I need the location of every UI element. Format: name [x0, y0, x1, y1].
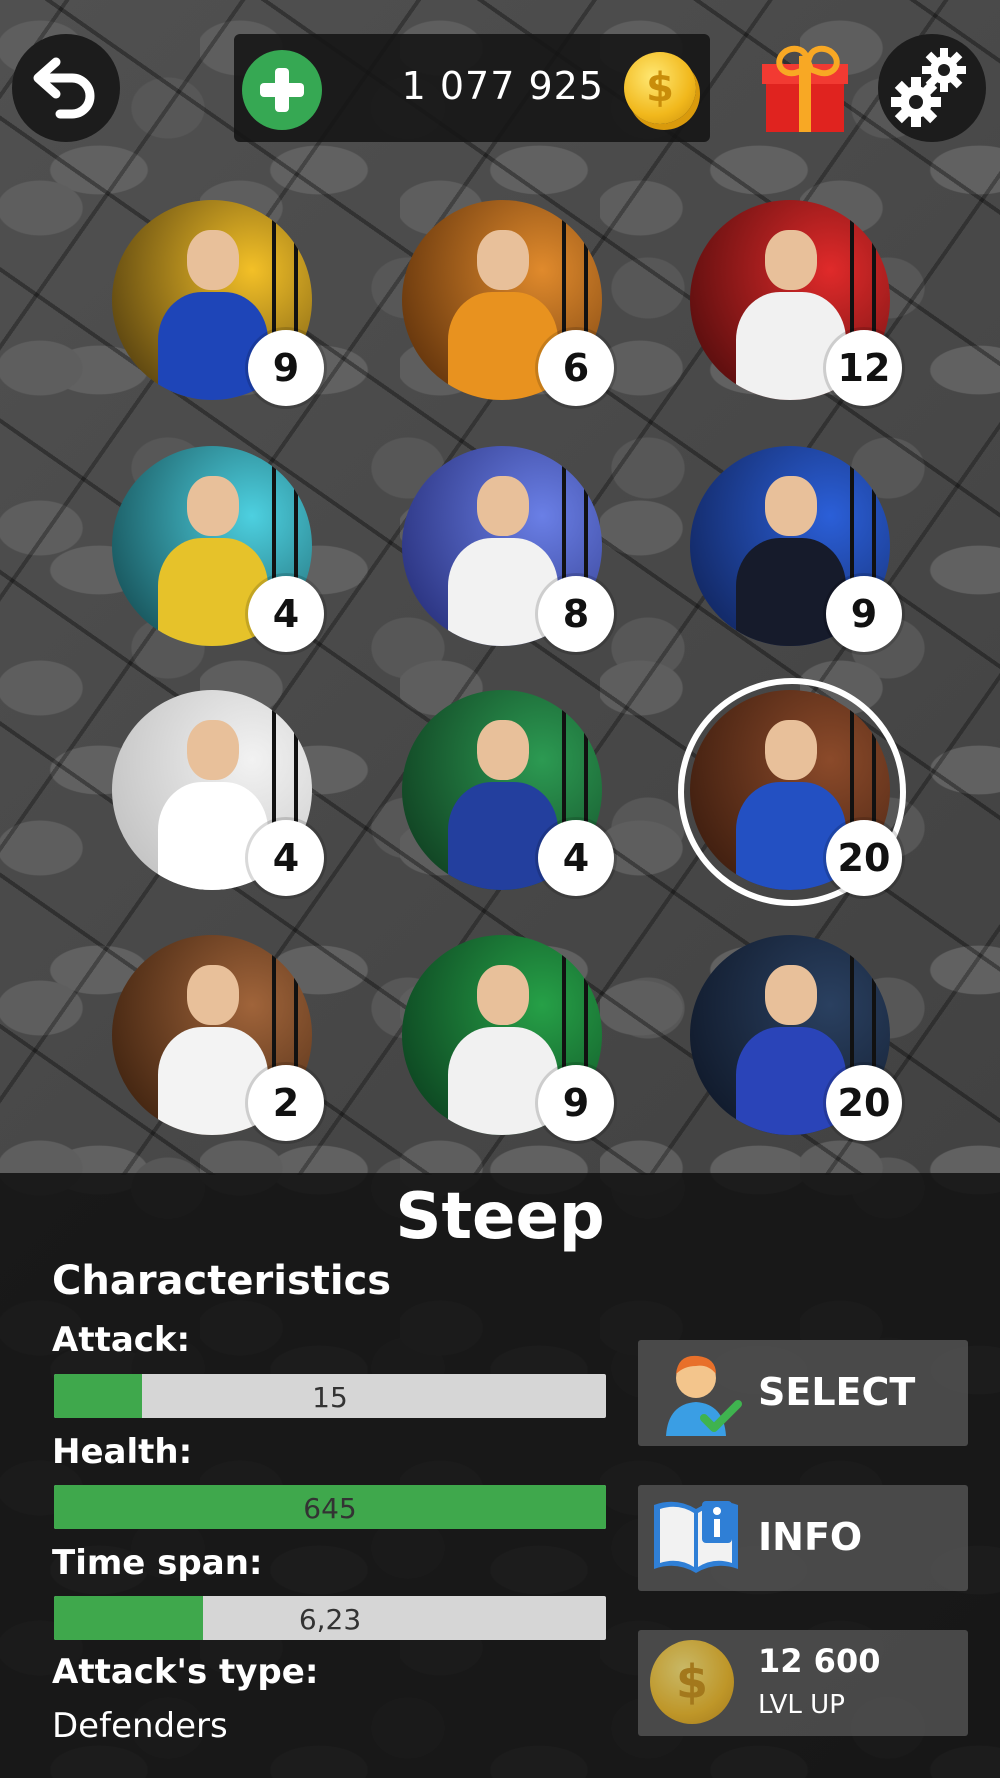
time-span-value: 6,23 [298, 1603, 362, 1636]
attack-bar: 15 [54, 1374, 606, 1418]
select-label: SELECT [758, 1370, 916, 1414]
coin-count: 1 077 925 [401, 64, 604, 108]
level-badge: 6 [538, 330, 614, 406]
health-bar: 645 [54, 1485, 606, 1529]
select-button[interactable]: SELECT [638, 1340, 968, 1446]
coin-icon: $ [650, 1640, 734, 1724]
attack-type-value: Defenders [52, 1706, 228, 1746]
time-span-label: Time span: [52, 1543, 263, 1583]
level-badge: 8 [538, 576, 614, 652]
coin-balance-bar: 1 077 925 $ [234, 34, 710, 142]
character-card[interactable]: 6 [402, 200, 614, 406]
info-button[interactable]: INFO [638, 1485, 968, 1591]
level-badge: 2 [248, 1065, 324, 1141]
level-badge: 20 [826, 820, 902, 896]
add-coins-button[interactable] [242, 50, 322, 130]
attack-value: 15 [312, 1381, 348, 1414]
character-card[interactable]: 9 [112, 200, 324, 406]
character-card[interactable]: 12 [690, 200, 902, 406]
coin-icon: $ [624, 52, 696, 124]
attack-type-label: Attack's type: [52, 1652, 319, 1692]
gears-icon [891, 48, 966, 127]
character-card[interactable]: 20 [678, 678, 906, 906]
level-badge: 12 [826, 330, 902, 406]
level-badge: 20 [826, 1065, 902, 1141]
health-value: 645 [303, 1492, 357, 1525]
character-card[interactable]: 4 [112, 690, 324, 896]
info-label: INFO [758, 1515, 863, 1559]
level-up-label: LVL UP [758, 1690, 845, 1720]
user-check-icon [666, 1355, 742, 1436]
time-span-bar: 6,23 [54, 1596, 606, 1640]
character-card[interactable]: 4 [402, 690, 614, 896]
health-label: Health: [52, 1432, 193, 1472]
character-card[interactable]: 9 [402, 935, 614, 1141]
level-badge: 9 [538, 1065, 614, 1141]
level-badge: 9 [248, 330, 324, 406]
level-badge: 4 [248, 576, 324, 652]
level-badge: 4 [248, 820, 324, 896]
attack-label: Attack: [52, 1320, 191, 1360]
level-badge: 4 [538, 820, 614, 896]
character-name: Steep [395, 1180, 605, 1254]
back-arrow-icon [33, 57, 95, 119]
character-card[interactable]: 8 [402, 446, 614, 652]
characteristics-heading: Characteristics [52, 1258, 392, 1304]
back-button[interactable] [12, 34, 120, 142]
gift-button[interactable] [762, 41, 848, 134]
level-badge: 9 [826, 576, 902, 652]
character-card[interactable]: 4 [112, 446, 324, 652]
character-card[interactable]: 9 [690, 446, 902, 652]
level-up-button[interactable]: $ 12 600 LVL UP [638, 1630, 968, 1736]
settings-button[interactable] [878, 34, 986, 142]
character-card[interactable]: 2 [112, 935, 324, 1141]
character-card[interactable]: 20 [690, 935, 902, 1141]
info-book-icon [654, 1501, 738, 1573]
level-up-price: 12 600 [758, 1642, 881, 1680]
